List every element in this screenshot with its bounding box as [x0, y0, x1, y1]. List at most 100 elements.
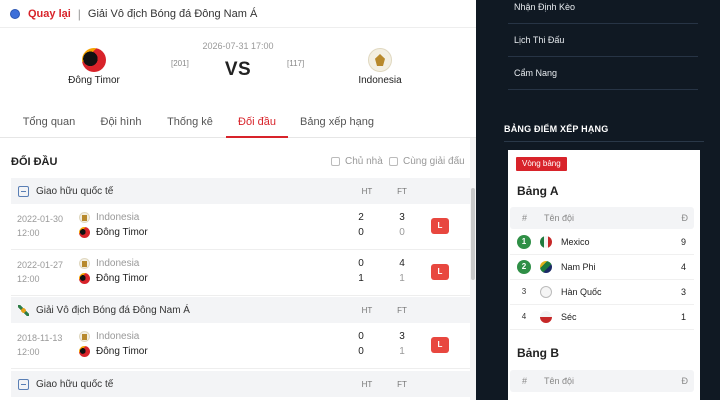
points: 3: [680, 287, 686, 297]
standings-row[interactable]: 1 Mexico 9: [510, 230, 694, 255]
breadcrumb-league[interactable]: Giải Vô địch Bóng đá Đông Nam Á: [88, 8, 257, 20]
standings-card: Vòng bảng Bảng A # Tên đội Đ 1 Mexico 9 …: [508, 150, 700, 400]
sidebar-item-label: Nhận Định Kèo: [514, 2, 576, 12]
scrollbar-thumb[interactable]: [471, 188, 475, 280]
tab-lineup[interactable]: Đội hình: [86, 104, 156, 138]
ht-header: HT: [361, 305, 373, 315]
col-pos: #: [522, 213, 528, 223]
ft-header: FT: [397, 186, 407, 196]
tab-stats[interactable]: Thống kê: [156, 104, 224, 138]
breadcrumb: Quay lại | Giải Vô địch Bóng đá Đông Nam…: [0, 0, 476, 28]
ft-header: FT: [397, 379, 407, 389]
competition-header: Giao hữu quốc tế HT FT: [11, 371, 473, 397]
globe-icon: [10, 8, 20, 19]
team2: Đông Timor: [79, 346, 148, 357]
tab-standings[interactable]: Bảng xếp hạng: [292, 104, 382, 138]
ft-score-team1: 4: [399, 258, 405, 269]
sidebar-item-schedule[interactable]: Lịch Thi Đấu: [508, 24, 698, 57]
timor-leste-flag-icon: [79, 227, 90, 238]
standings-row[interactable]: 2 Nam Phi 4: [510, 255, 694, 280]
position: 4: [521, 312, 527, 321]
ht-score-team1: 0: [358, 331, 364, 342]
points: 1: [680, 312, 686, 322]
team-name: Hàn Quốc: [561, 287, 602, 297]
position: 1: [517, 235, 531, 249]
head-to-head-section: ĐỐI ĐẦU Chủ nhà Cùng giải đấu Giao hữu q…: [0, 138, 476, 400]
position: 3: [521, 287, 527, 296]
away-team[interactable]: Indonesia: [335, 48, 425, 86]
timor-leste-flag-icon: [79, 273, 90, 284]
match-row[interactable]: 2022-01-27 12:00 Indonesia Đông Timor 0 …: [11, 250, 473, 296]
ft-score-team2: 1: [399, 346, 405, 357]
away-team-rank: [117]: [287, 59, 305, 68]
friendly-icon: [18, 185, 29, 197]
points: 9: [680, 237, 686, 247]
group-name: Bảng B: [517, 346, 559, 360]
tab-head-to-head[interactable]: Đối đầu: [226, 104, 288, 138]
ht-score-team1: 2: [358, 212, 364, 223]
away-team-name: Indonesia: [358, 75, 402, 86]
ft-score-team2: 0: [399, 227, 405, 238]
standings-row[interactable]: 3 Hàn Quốc 3: [510, 280, 694, 305]
ht-score-team1: 0: [358, 258, 364, 269]
timor-leste-flag-icon: [79, 346, 90, 357]
back-link[interactable]: Quay lại: [28, 8, 71, 20]
ht-header: HT: [361, 186, 373, 196]
team1: Indonesia: [79, 258, 139, 269]
ht-score-team2: 0: [358, 346, 364, 357]
match-row[interactable]: 2018-11-13 12:00 Indonesia Đông Timor 0 …: [11, 323, 473, 369]
match-date: 2022-01-30: [17, 214, 64, 224]
mexico-flag-icon: [540, 236, 552, 248]
match-time: 12:00: [17, 228, 40, 238]
competition-header: Giải Vô địch Bóng đá Đông Nam Á HT FT: [11, 297, 473, 323]
friendly-icon: [18, 378, 29, 390]
match-header: 2026-07-31 17:00 Đông Timor [201] VS [11…: [0, 28, 476, 104]
ft-score-team1: 3: [399, 212, 405, 223]
position: 2: [517, 260, 531, 274]
ht-score-team2: 1: [358, 273, 364, 284]
indonesia-emblem-icon: [79, 258, 90, 269]
filter-home-checkbox[interactable]: Chủ nhà: [331, 156, 383, 167]
col-points: Đ: [681, 213, 689, 223]
filter-same-league-checkbox[interactable]: Cùng giải đấu: [389, 156, 465, 167]
filter-home-label: Chủ nhà: [345, 156, 383, 167]
ht-score-team2: 0: [358, 227, 364, 238]
indonesia-emblem-icon: [79, 331, 90, 342]
ft-score-team2: 1: [399, 273, 405, 284]
stage-badge[interactable]: Vòng bảng: [516, 157, 567, 171]
match-time: 12:00: [17, 274, 40, 284]
team2: Đông Timor: [79, 227, 148, 238]
competition-header: Giao hữu quốc tế HT FT: [11, 178, 473, 204]
sidebar-item-label: Lịch Thi Đấu: [514, 35, 565, 45]
team1-name: Indonesia: [96, 331, 140, 342]
sidebar-item-handbook[interactable]: Cẩm Nang: [508, 57, 698, 90]
match-date: 2022-01-27: [17, 260, 64, 270]
sidebar: Nhận Định Kèo Lịch Thi Đấu Cẩm Nang BẢNG…: [476, 0, 720, 400]
match-row[interactable]: 2022-01-30 12:00 Indonesia Đông Timor 2 …: [11, 204, 473, 250]
divider: [504, 141, 704, 142]
czech-flag-icon: [540, 311, 552, 323]
breadcrumb-separator: |: [77, 6, 81, 21]
standings-header: # Tên đội Đ: [510, 370, 694, 392]
group-name: Bảng A: [517, 184, 559, 198]
checkbox-icon: [389, 157, 398, 166]
ft-header: FT: [397, 305, 407, 315]
filter-same-league-label: Cùng giải đấu: [403, 156, 465, 167]
team2: Đông Timor: [79, 273, 148, 284]
standings-row[interactable]: 4 Séc 1: [510, 305, 694, 330]
result-badge: L: [431, 264, 449, 280]
ht-header: HT: [361, 379, 373, 389]
team-name: Nam Phi: [561, 262, 596, 272]
south-korea-flag-icon: [540, 286, 552, 298]
sidebar-item-predictions[interactable]: Nhận Định Kèo: [508, 0, 698, 24]
team2-name: Đông Timor: [96, 227, 148, 238]
team2-name: Đông Timor: [96, 273, 148, 284]
tab-overview[interactable]: Tổng quan: [12, 104, 86, 138]
col-pos: #: [522, 376, 528, 386]
result-badge: L: [431, 337, 449, 353]
col-team: Tên đội: [544, 376, 575, 386]
standings-header: # Tên đội Đ: [510, 207, 694, 229]
col-team: Tên đội: [544, 213, 575, 223]
match-detail-panel: Quay lại | Giải Vô địch Bóng đá Đông Nam…: [0, 0, 476, 400]
checkbox-icon: [331, 157, 340, 166]
